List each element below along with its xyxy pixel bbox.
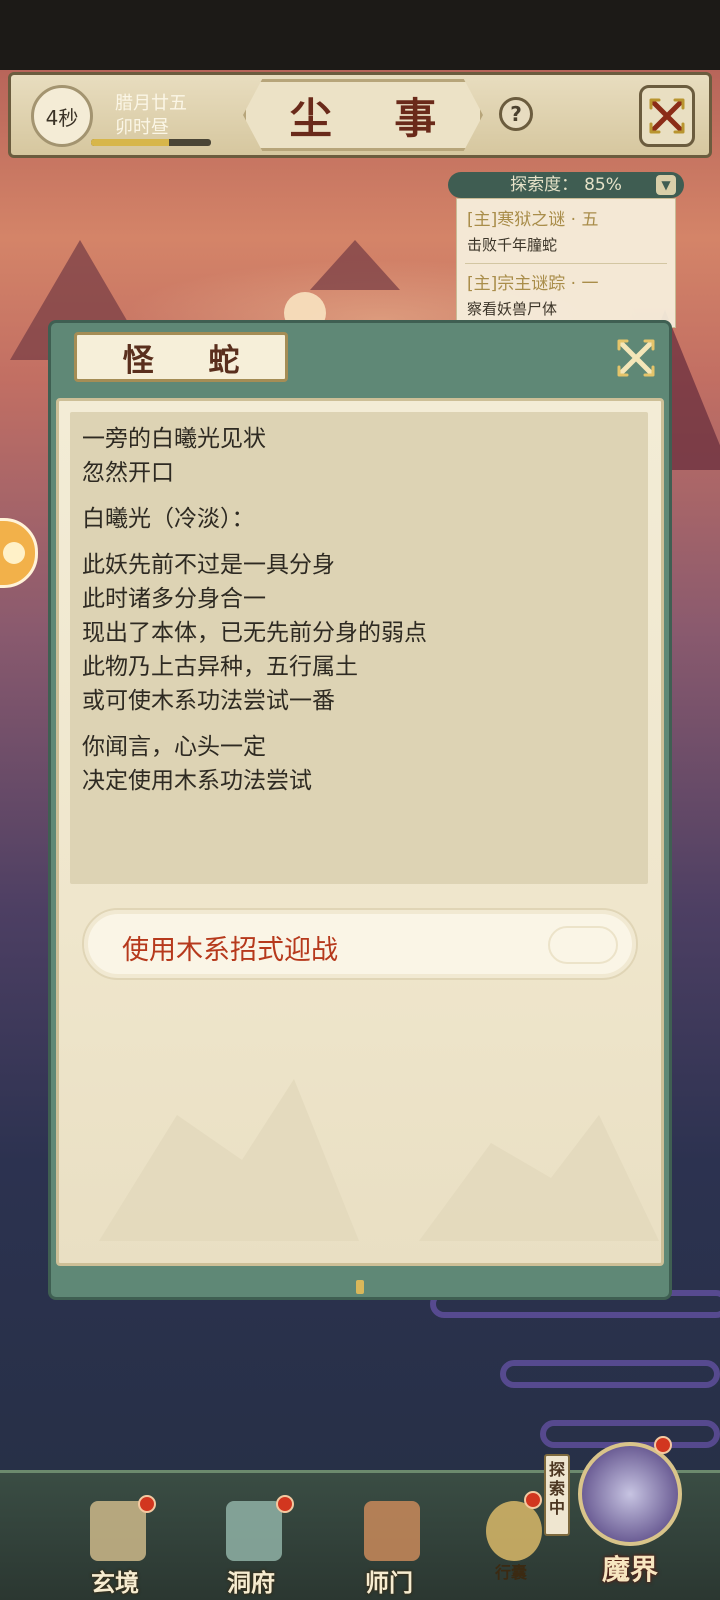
story-paragraph: 白曦光（冷淡）：: [82, 502, 642, 536]
notification-badge: [276, 1495, 294, 1513]
story-paragraph: 此妖先前不过是一具分身 此时诸多分身合一 现出了本体，已无先前分身的弱点 此物乃…: [82, 548, 642, 718]
ink-mountain: [419, 1115, 659, 1241]
quest-item[interactable]: [主]宗主谜踪 · 一 察看妖兽尸体: [467, 269, 667, 319]
nav-item-dongfu[interactable]: 洞府: [196, 1479, 306, 1599]
nav-label: 行囊: [494, 1563, 527, 1582]
quest-tracker-panel: [主]寒狱之谜 · 五 击败千年朣蛇 [主]宗主谜踪 · 一 察看妖兽尸体: [456, 198, 676, 328]
divider: [465, 263, 667, 264]
notification-badge: [138, 1495, 156, 1513]
notification-badge: [524, 1491, 542, 1509]
demon-realm-button[interactable]: 魔界: [560, 1436, 700, 1596]
nav-item-xuanjing[interactable]: 玄境: [60, 1479, 170, 1599]
lantern-icon: [226, 1501, 282, 1561]
story-text: 一旁的白曦光见状 忽然开口 白曦光（冷淡）： 此妖先前不过是一具分身 此时诸多分…: [82, 422, 642, 810]
story-text-box: 一旁的白曦光见状 忽然开口 白曦光（冷淡）： 此妖先前不过是一具分身 此时诸多分…: [70, 412, 648, 884]
nav-item-shimen[interactable]: 师门: [334, 1479, 444, 1599]
story-line: 忽然开口: [82, 460, 174, 486]
story-line: 此妖先前不过是一具分身: [82, 552, 335, 578]
story-line: 现出了本体，已无先前分身的弱点: [82, 620, 427, 646]
exploration-progress[interactable]: 探索度： 85% ▼: [448, 172, 684, 198]
quest-subtitle: 击败千年朣蛇: [467, 236, 558, 254]
demon-realm-icon: [578, 1442, 682, 1546]
story-paragraph: 一旁的白曦光见状 忽然开口: [82, 422, 642, 490]
choice-button[interactable]: 使用木系招式迎战: [82, 908, 638, 980]
banner-icon: [364, 1501, 420, 1561]
quest-title: [主]宗主谜踪 · 一: [467, 274, 599, 294]
chevron-down-icon[interactable]: ▼: [656, 175, 676, 195]
scroll-pin-icon: [356, 1280, 364, 1294]
mountain-middle: [310, 240, 400, 290]
story-line: 白曦光（冷淡）：: [82, 506, 255, 532]
demon-realm-label: 魔界: [601, 1553, 658, 1586]
time-of-day-text: 卯时昼: [115, 117, 169, 138]
top-header: 4秒 腊月廿五 卯时昼 尘 事 ?: [8, 72, 712, 158]
title-plate: 尘 事: [243, 79, 483, 151]
quest-item[interactable]: [主]寒狱之谜 · 五 击败千年朣蛇: [467, 205, 667, 255]
story-line: 你闻言，心头一定: [82, 734, 266, 760]
story-paragraph: 你闻言，心头一定 决定使用木系功法尝试: [82, 730, 642, 798]
scroll-icon: [90, 1501, 146, 1561]
story-line: 此物乃上古异种，五行属土: [82, 654, 358, 680]
story-line: 此时诸多分身合一: [82, 586, 266, 612]
nav-label: 师门: [365, 1568, 413, 1597]
dialog-title-plate: 怪 蛇: [74, 332, 288, 382]
dialog-title: 怪 蛇: [122, 342, 262, 379]
exploration-percent: 85%: [584, 175, 622, 195]
nav-label: 洞府: [227, 1568, 275, 1597]
exploration-label: 探索度：: [510, 175, 579, 195]
timer-badge: 4秒: [31, 85, 93, 147]
bag-icon: [486, 1501, 542, 1561]
time-progress-bar: [91, 139, 211, 146]
choice-label: 使用木系招式迎战: [122, 935, 338, 966]
close-icon: [617, 339, 655, 377]
quest-subtitle: 察看妖兽尸体: [467, 300, 558, 318]
ink-mountain: [99, 1079, 359, 1241]
notification-badge: [654, 1436, 672, 1454]
date-text: 腊月廿五: [115, 93, 187, 114]
close-icon: [649, 98, 685, 134]
story-line: 决定使用木系功法尝试: [82, 768, 312, 794]
time-progress-fill: [91, 139, 169, 146]
mist-swirl: [500, 1360, 720, 1388]
story-line: 或可使木系功法尝试一番: [82, 688, 335, 714]
help-icon[interactable]: ?: [499, 97, 533, 131]
assistant-icon: [3, 542, 25, 564]
dialog-close-button[interactable]: [612, 334, 660, 382]
quest-title: [主]寒狱之谜 · 五: [467, 210, 599, 230]
nav-label: 玄境: [91, 1568, 139, 1597]
status-bar-area: [0, 0, 720, 70]
page-title: 尘 事: [289, 93, 461, 143]
story-line: 一旁的白曦光见状: [82, 426, 266, 452]
close-button[interactable]: [639, 85, 695, 147]
cloud-ornament-icon: [548, 926, 618, 964]
